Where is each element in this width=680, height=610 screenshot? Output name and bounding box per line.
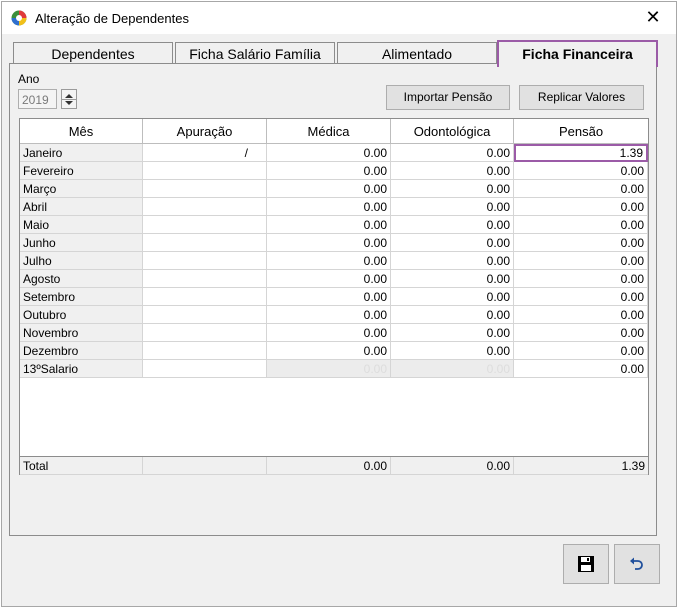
financial-grid: Mês Apuração Médica Odontológica Pensão …	[19, 118, 649, 475]
tab-dependentes[interactable]: Dependentes	[13, 42, 173, 64]
undo-icon	[630, 557, 643, 570]
replicate-values-button[interactable]: Replicar Valores	[519, 85, 644, 110]
cell-apuracao[interactable]	[143, 342, 267, 360]
save-button[interactable]	[563, 544, 609, 584]
cell-medica[interactable]: 0.00	[267, 144, 391, 162]
total-medica: 0.00	[267, 457, 391, 475]
cell-odontologica[interactable]: 0.00	[391, 324, 514, 342]
cell-medica[interactable]: 0.00	[267, 198, 391, 216]
cell-odontologica[interactable]: 0.00	[391, 234, 514, 252]
total-odontologica: 0.00	[391, 457, 514, 475]
col-header-mes[interactable]: Mês	[20, 119, 143, 144]
col-header-odontologica[interactable]: Odontológica	[391, 119, 514, 144]
total-pensao: 1.39	[514, 457, 648, 475]
cell-apuracao[interactable]	[143, 180, 267, 198]
cell-medica[interactable]: 0.00	[267, 180, 391, 198]
spinner-divider	[62, 99, 76, 100]
cell-medica[interactable]: 0.00	[267, 270, 391, 288]
cell-month: Junho	[20, 234, 143, 252]
cell-pensao[interactable]: 0.00	[514, 360, 648, 378]
cell-apuracao[interactable]	[143, 288, 267, 306]
cell-apuracao[interactable]	[143, 324, 267, 342]
cell-medica[interactable]: 0.00	[267, 252, 391, 270]
undo-button[interactable]	[614, 544, 660, 584]
cell-medica[interactable]: 0.00	[267, 360, 391, 378]
save-icon	[578, 556, 594, 572]
cell-medica[interactable]: 0.00	[267, 234, 391, 252]
cell-medica[interactable]: 0.00	[267, 162, 391, 180]
cell-odontologica[interactable]: 0.00	[391, 288, 514, 306]
tab-ficha-salario-familia[interactable]: Ficha Salário Família	[175, 42, 335, 64]
cell-pensao[interactable]: 0.00	[514, 270, 648, 288]
cell-month: Outubro	[20, 306, 143, 324]
cell-odontologica[interactable]: 0.00	[391, 216, 514, 234]
cell-month: Março	[20, 180, 143, 198]
col-header-pensao[interactable]: Pensão	[514, 119, 648, 144]
cell-pensao[interactable]: 0.00	[514, 216, 648, 234]
cell-pensao[interactable]: 0.00	[514, 324, 648, 342]
cell-odontologica[interactable]: 0.00	[391, 198, 514, 216]
col-header-apuracao[interactable]: Apuração	[143, 119, 267, 144]
cell-odontologica[interactable]: 0.00	[391, 180, 514, 198]
cell-odontologica[interactable]: 0.00	[391, 270, 514, 288]
cell-pensao[interactable]: 0.00	[514, 342, 648, 360]
total-label: Total	[20, 457, 143, 475]
cell-medica[interactable]: 0.00	[267, 306, 391, 324]
spin-up-icon[interactable]	[65, 94, 73, 98]
import-pension-button[interactable]: Importar Pensão	[386, 85, 510, 110]
cell-pensao[interactable]: 0.00	[514, 234, 648, 252]
app-logo-icon	[11, 10, 27, 26]
cell-odontologica[interactable]: 0.00	[391, 360, 514, 378]
year-label: Ano	[18, 72, 40, 86]
total-apuracao	[143, 457, 267, 475]
close-button[interactable]: ✕	[630, 2, 676, 34]
tab-alimentado[interactable]: Alimentado	[337, 42, 497, 64]
cell-apuracao[interactable]	[143, 252, 267, 270]
cell-month: Janeiro	[20, 144, 143, 162]
year-input[interactable]: 2019	[18, 89, 57, 109]
cell-pensao[interactable]: 0.00	[514, 180, 648, 198]
cell-medica[interactable]: 0.00	[267, 324, 391, 342]
cell-month: 13ºSalario	[20, 360, 143, 378]
tab-ficha-financeira[interactable]: Ficha Financeira	[497, 40, 658, 67]
cell-pensao[interactable]: 0.00	[514, 162, 648, 180]
cell-month: Julho	[20, 252, 143, 270]
cell-apuracao[interactable]	[143, 270, 267, 288]
cell-odontologica[interactable]: 0.00	[391, 306, 514, 324]
cell-month: Fevereiro	[20, 162, 143, 180]
cell-month: Novembro	[20, 324, 143, 342]
title-bar: Alteração de Dependentes ✕	[2, 2, 676, 34]
cell-apuracao[interactable]	[143, 216, 267, 234]
cell-pensao[interactable]: 0.00	[514, 306, 648, 324]
cell-apuracao[interactable]	[143, 306, 267, 324]
cell-month: Setembro	[20, 288, 143, 306]
cell-medica[interactable]: 0.00	[267, 216, 391, 234]
cell-odontologica[interactable]: 0.00	[391, 342, 514, 360]
cell-month: Agosto	[20, 270, 143, 288]
cell-apuracao[interactable]	[143, 198, 267, 216]
cell-month: Abril	[20, 198, 143, 216]
cell-apuracao[interactable]	[143, 162, 267, 180]
cell-pensao[interactable]: 0.00	[514, 198, 648, 216]
cell-medica[interactable]: 0.00	[267, 342, 391, 360]
cell-month: Dezembro	[20, 342, 143, 360]
cell-pensao[interactable]: 0.00	[514, 288, 648, 306]
cell-apuracao[interactable]	[143, 234, 267, 252]
cell-month: Maio	[20, 216, 143, 234]
window-title: Alteração de Dependentes	[35, 11, 189, 26]
year-spinner[interactable]	[61, 89, 77, 109]
cell-odontologica[interactable]: 0.00	[391, 252, 514, 270]
cell-apuracao[interactable]	[143, 360, 267, 378]
cell-medica[interactable]: 0.00	[267, 288, 391, 306]
col-header-medica[interactable]: Médica	[267, 119, 391, 144]
cell-odontologica[interactable]: 0.00	[391, 144, 514, 162]
cell-apuracao[interactable]: /	[143, 144, 267, 162]
cell-pensao[interactable]: 1.39	[514, 144, 648, 162]
cell-odontologica[interactable]: 0.00	[391, 162, 514, 180]
cell-pensao[interactable]: 0.00	[514, 252, 648, 270]
spin-down-icon[interactable]	[65, 101, 73, 105]
